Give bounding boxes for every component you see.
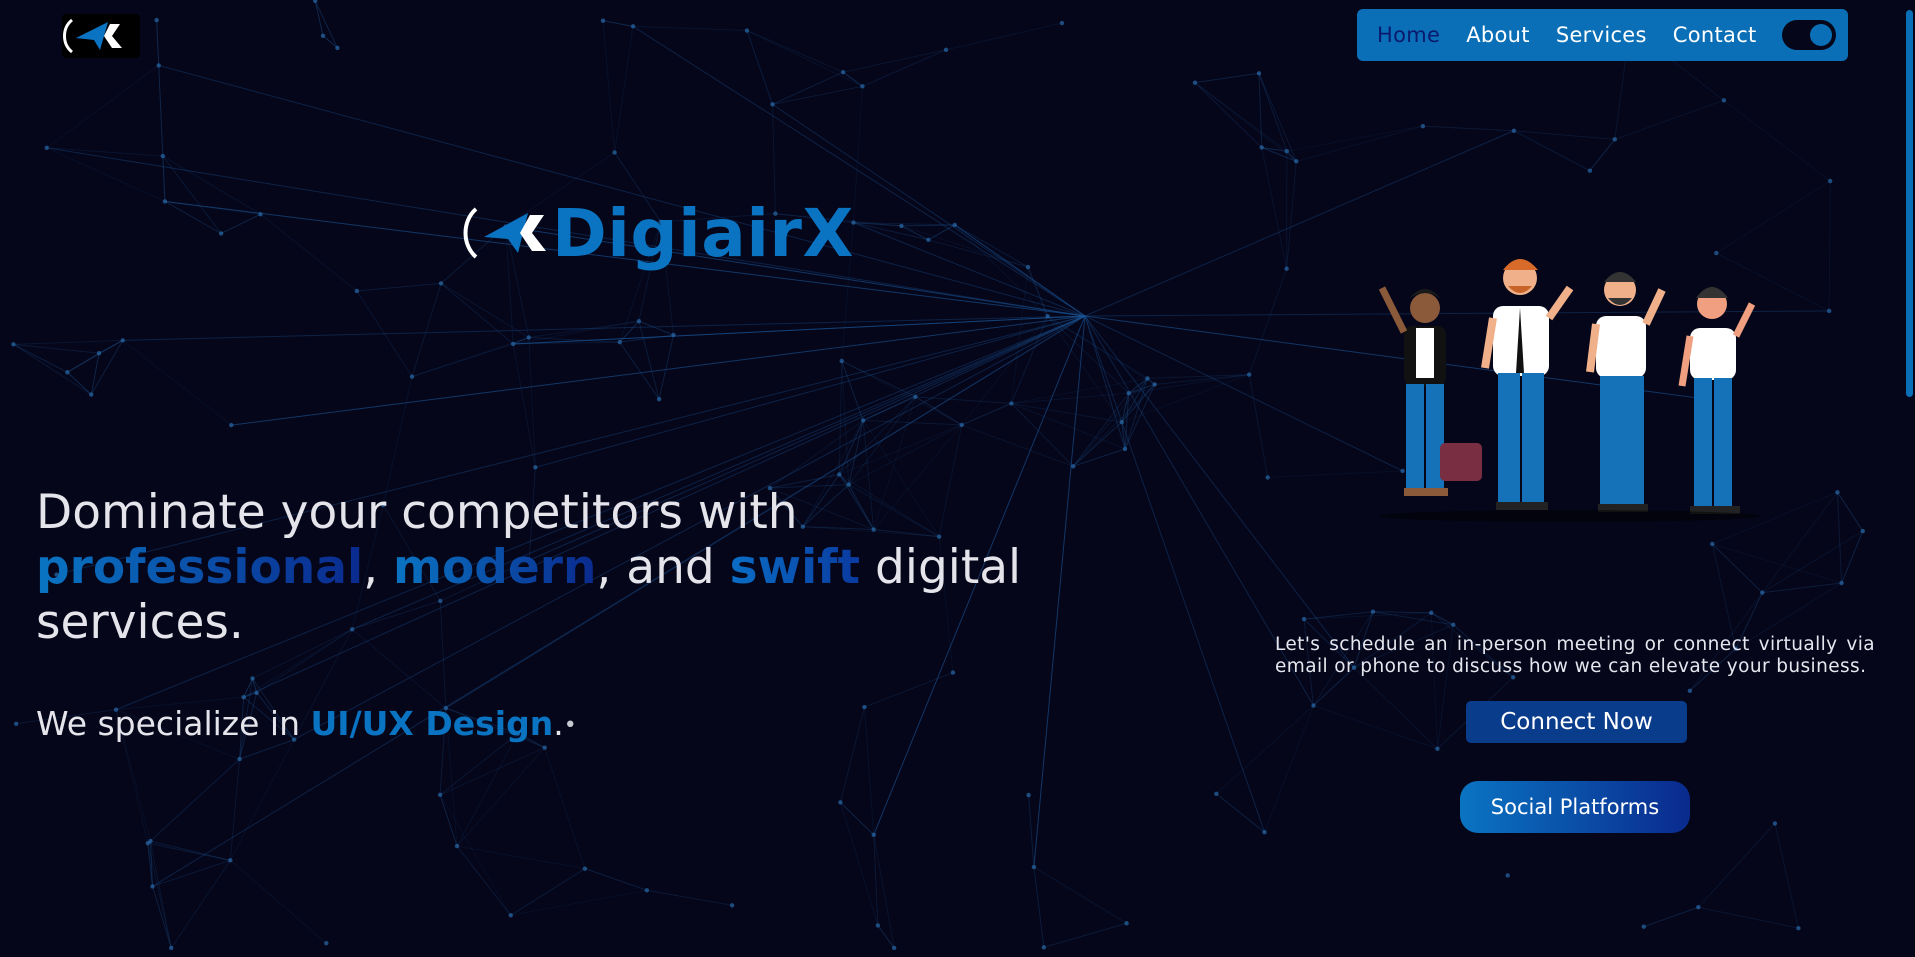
- connect-now-button[interactable]: Connect Now: [1466, 701, 1687, 743]
- nav-home[interactable]: Home: [1377, 23, 1440, 47]
- theme-toggle[interactable]: [1782, 20, 1836, 50]
- specialize-line: We specialize in UI/UX Design.•: [36, 704, 577, 743]
- brand-mark-icon: [463, 207, 546, 259]
- brand: DigiairX: [462, 195, 854, 272]
- scrollbar-thumb[interactable]: [1906, 10, 1913, 397]
- headline-start: Dominate your competitors with: [36, 485, 798, 540]
- nav-about[interactable]: About: [1466, 23, 1530, 47]
- person-4: [1678, 287, 1756, 514]
- headline-swift: swift: [729, 540, 861, 595]
- typing-cursor: •: [563, 713, 577, 738]
- contact-intro: Let's schedule an in-person meeting or c…: [1275, 633, 1875, 677]
- logo-mark-icon: [63, 18, 122, 54]
- headline-and: , and: [596, 540, 715, 595]
- team-illustration: [1378, 259, 1760, 522]
- specialize-suffix: .: [553, 704, 564, 743]
- brand-name: DigiairX: [552, 194, 854, 272]
- hero-headline: Dominate your competitors with profession…: [36, 485, 1076, 650]
- person-1: [1378, 286, 1482, 496]
- headline-professional: professional: [36, 540, 364, 595]
- page: Home About Services Contact DigiairX Dom…: [0, 0, 1915, 957]
- specialize-value: UI/UX Design: [310, 704, 554, 743]
- headline-modern: modern: [392, 540, 597, 595]
- main-nav: Home About Services Contact: [1357, 9, 1848, 61]
- person-3: [1586, 272, 1666, 512]
- headline-comma: ,: [363, 540, 379, 595]
- nav-contact[interactable]: Contact: [1673, 23, 1757, 47]
- social-platforms-button[interactable]: Social Platforms: [1460, 781, 1690, 833]
- site-logo[interactable]: [62, 14, 140, 58]
- person-2: [1481, 259, 1574, 510]
- toggle-knob: [1810, 24, 1832, 46]
- specialize-prefix: We specialize in: [36, 704, 300, 743]
- nav-services[interactable]: Services: [1556, 23, 1647, 47]
